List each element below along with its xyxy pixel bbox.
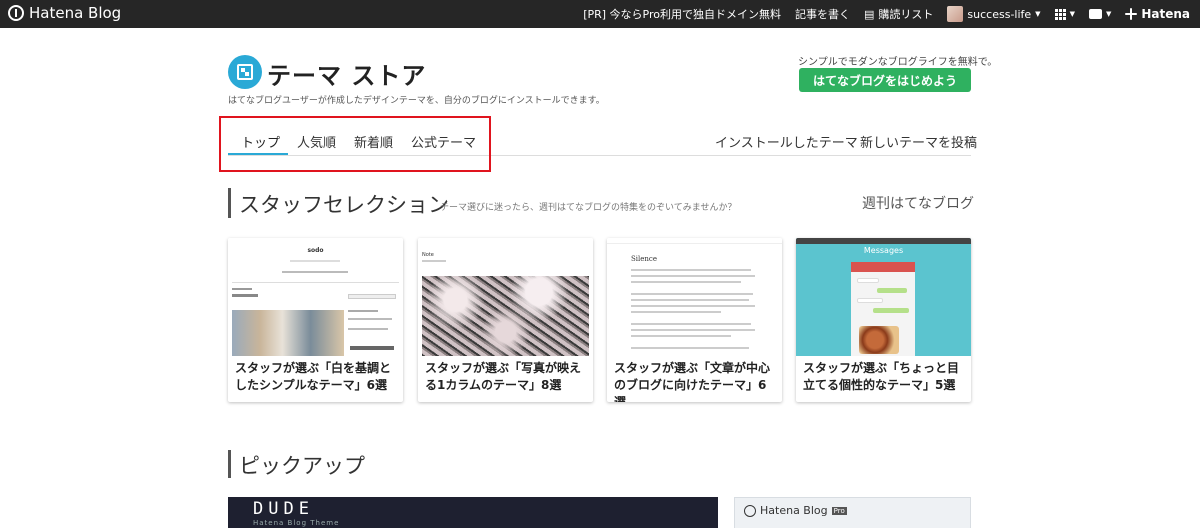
global-header-menu: [PR] 今ならPro利用で独自ドメイン無料 記事を書く ▤ 購読リスト suc… <box>583 0 1190 28</box>
global-header: Hatena Blog [PR] 今ならPro利用で独自ドメイン無料 記事を書く… <box>0 0 1200 28</box>
tab-installed[interactable]: インストールしたテーマ <box>715 132 858 151</box>
theme-thumbnail: Silence <box>607 238 782 356</box>
hatena-blog-logo[interactable]: Hatena Blog <box>8 4 121 22</box>
avatar <box>947 6 964 22</box>
card-title: スタッフが選ぶ「白を基調としたシンプルなテーマ」6選 <box>235 361 392 392</box>
theme-store-icon <box>228 55 262 89</box>
pro-logo-text: Hatena Blog <box>760 504 828 517</box>
hatena-link[interactable]: Hatena <box>1125 7 1190 21</box>
reading-list-icon: ▤ <box>864 7 875 21</box>
theme-thumbnail: sodo <box>228 238 403 356</box>
chevron-down-icon: ▼ <box>1105 10 1112 18</box>
section-bar <box>228 188 231 218</box>
hatena-blog-icon <box>744 504 756 517</box>
user-menu[interactable]: success-life ▼ <box>947 6 1041 22</box>
staff-card-4[interactable]: Messages スタッフが選ぶ「ちょっと目立てる個性的なテーマ」5選 <box>796 238 971 402</box>
hatena-blog-logo-icon <box>8 5 24 21</box>
speech-bubble-icon <box>1088 9 1102 19</box>
hatena-blog-logo-text: Hatena Blog <box>29 4 122 22</box>
theme-thumbnail: Note <box>418 238 593 356</box>
thumb-theme-name: sodo <box>307 247 324 254</box>
page-title: テーマ ストア <box>267 62 427 90</box>
card-title: スタッフが選ぶ「ちょっと目立てる個性的なテーマ」5選 <box>803 361 960 392</box>
pr-link[interactable]: [PR] 今ならPro利用で独自ドメイン無料 <box>583 6 781 22</box>
thumb-theme-name: Messages <box>863 246 904 255</box>
start-blog-button[interactable]: はてなブログをはじめよう <box>799 68 971 92</box>
pickup-title: ピックアップ <box>239 454 365 478</box>
thumb-theme-name: Note <box>422 252 434 258</box>
theme-thumbnail: Messages <box>796 238 971 356</box>
staff-card-2[interactable]: Note スタッフが選ぶ「写真が映える1カラムのテーマ」8選 <box>418 238 593 402</box>
weekly-hatena-blog-link[interactable]: 週刊はてなブログ <box>862 193 974 213</box>
services-menu[interactable]: ▼ <box>1054 8 1075 20</box>
user-name: success-life <box>967 7 1032 21</box>
notifications-menu[interactable]: ▼ <box>1088 9 1112 19</box>
reading-list-label: 購読リスト <box>878 8 934 21</box>
highlight-annotation <box>219 116 491 172</box>
pickup-banner-title: DUDE <box>253 499 314 519</box>
chevron-down-icon: ▼ <box>1069 10 1075 18</box>
pro-badge: Pro <box>831 506 847 515</box>
card-title: スタッフが選ぶ「写真が映える1カラムのテーマ」8選 <box>425 361 582 392</box>
write-entry-link[interactable]: 記事を書く <box>795 6 850 22</box>
staff-card-1[interactable]: sodo スタッフが選ぶ「白を基調としたシンプルなテーマ」6選 <box>228 238 403 402</box>
staff-selection-subtitle: テーマ選びに迷ったら、週刊はてなブログの特集をのぞいてみませんか？ <box>440 203 737 213</box>
card-title: スタッフが選ぶ「文章が中心のブログに向けたテーマ」6選 <box>614 361 771 402</box>
pickup-banner-subtitle: Hatena Blog Theme <box>253 519 340 527</box>
hatena-label: Hatena <box>1141 7 1190 21</box>
page-subtitle: はてなブログユーザーが作成したデザインテーマを、自分のブログにインストールできま… <box>228 96 605 106</box>
reading-list-link[interactable]: ▤ 購読リスト <box>864 6 933 22</box>
cta-note: シンプルでモダンなブログライフを無料で。 <box>798 57 998 68</box>
section-bar <box>228 450 231 478</box>
grid-icon <box>1054 8 1066 20</box>
staff-selection-title: スタッフセレクション <box>239 193 449 217</box>
thumb-theme-name: Silence <box>631 255 657 263</box>
chevron-down-icon: ▼ <box>1035 10 1041 18</box>
hatena-icon <box>1125 8 1137 20</box>
staff-card-3[interactable]: Silence スタッフが選ぶ「文章が中心のブログに向けたテーマ」6選 <box>607 238 782 402</box>
tab-submit-theme[interactable]: 新しいテーマを投稿 <box>860 132 977 151</box>
hatena-blog-pro-logo: Hatena Blog Pro <box>744 504 847 517</box>
